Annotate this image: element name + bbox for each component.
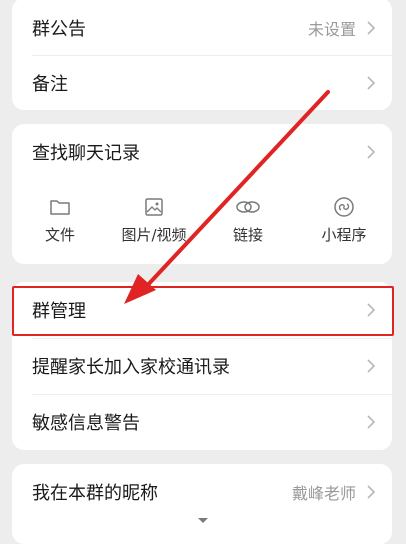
scroll-down-handle-icon[interactable]: [195, 514, 211, 526]
annotation-arrow-icon: [124, 90, 330, 304]
